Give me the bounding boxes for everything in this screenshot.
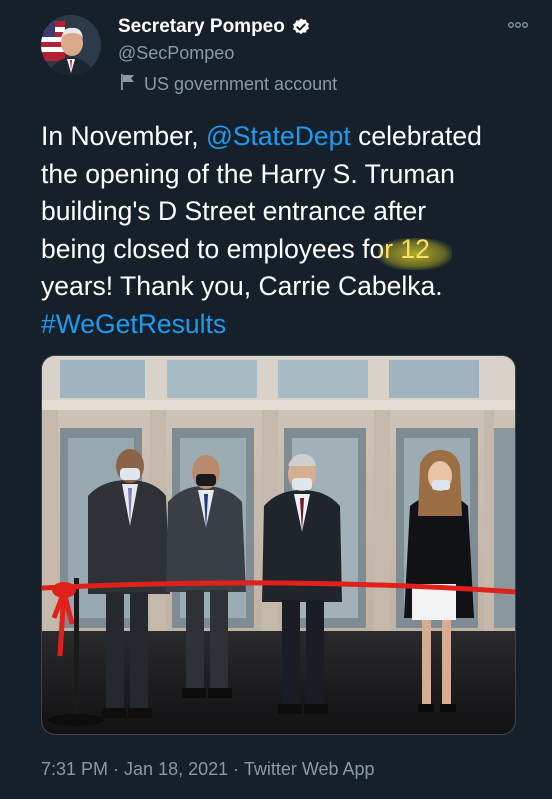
government-account-text: US government account xyxy=(144,74,338,94)
verified-badge-icon xyxy=(291,17,311,37)
tweet-date[interactable]: Jan 18, 2021 xyxy=(124,759,228,779)
government-account-label[interactable]: US government account xyxy=(120,73,337,96)
separator: · xyxy=(228,759,244,779)
tweet-text-part-3: years! Thank you, Carrie Cabelka. xyxy=(41,271,443,301)
highlighted-text: r 12 xyxy=(378,233,453,270)
tweet-time[interactable]: 7:31 PM xyxy=(41,759,108,779)
tweet-source[interactable]: Twitter Web App xyxy=(244,759,375,779)
hashtag-link[interactable]: #WeGetResults xyxy=(41,309,226,339)
tweet-text: In November, @StateDept celebrated the o… xyxy=(41,118,531,343)
highlighted-text-content: r 12 xyxy=(384,233,430,264)
author-block[interactable]: Secretary Pompeo @SecPompeo xyxy=(118,14,311,64)
display-name-row: Secretary Pompeo xyxy=(118,14,311,40)
avatar[interactable] xyxy=(41,15,101,75)
separator: · xyxy=(108,759,125,779)
more-icon[interactable] xyxy=(504,16,532,34)
tweet-text-part-1: In November, xyxy=(41,121,206,151)
tweet-photo[interactable] xyxy=(41,355,516,735)
display-name[interactable]: Secretary Pompeo xyxy=(118,16,285,38)
mention-link[interactable]: @StateDept xyxy=(206,121,351,151)
flag-icon xyxy=(120,73,136,96)
tweet-timestamp: 7:31 PM · Jan 18, 2021 · Twitter Web App xyxy=(41,759,375,780)
handle[interactable]: @SecPompeo xyxy=(118,43,311,64)
